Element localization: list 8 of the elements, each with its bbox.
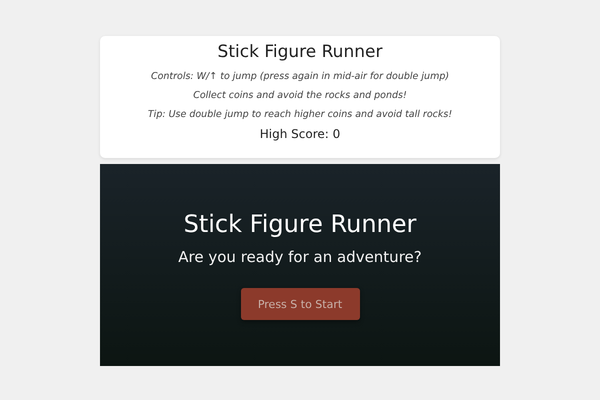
instruction-text: Controls: W/↑ to jump (press again in mid-air for double jump) [150, 71, 450, 82]
instruction-text: Collect coins and avoid the rocks and ponds! [193, 90, 407, 101]
card-title: Stick Figure Runner [218, 42, 382, 62]
game-subtitle: Are you ready for an adventure? [178, 248, 422, 266]
instruction-text: Tip: Use double jump to reach higher coins and avoid tall rocks! [148, 109, 452, 120]
high-score: High Score: 0 [260, 127, 340, 141]
game-title: Stick Figure Runner [184, 210, 416, 238]
start-button[interactable]: Press S to Start [240, 288, 360, 320]
